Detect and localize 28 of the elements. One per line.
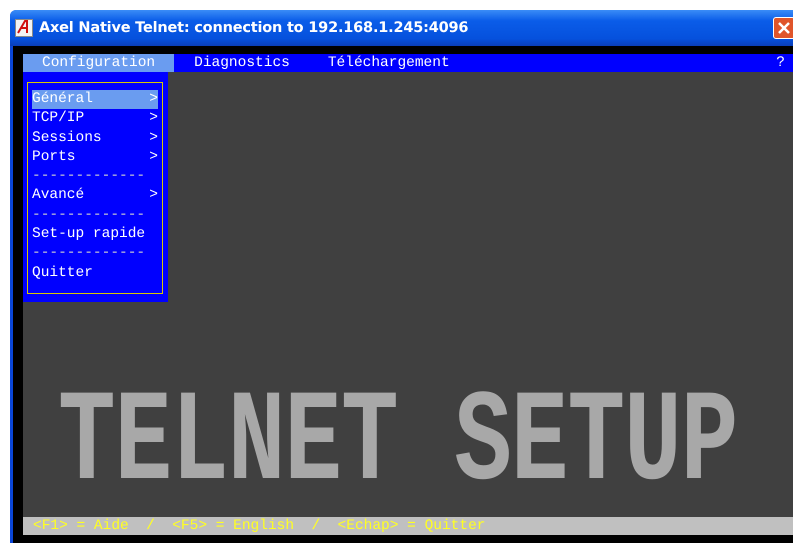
app-logo-icon	[15, 19, 33, 37]
banner-title: TELNET SETUP	[58, 379, 738, 509]
menu-item[interactable]: Téléchargement	[308, 54, 469, 72]
option-label: Sessions	[32, 128, 102, 148]
separator-line: -------------	[32, 167, 146, 186]
option-label: Quitter	[32, 264, 93, 283]
key-hints: <F1> = Aide / <F5> = English / <Echap> = Quitter	[33, 518, 486, 534]
menu-option[interactable]: TCP/IP >	[32, 109, 158, 129]
close-button[interactable]	[773, 17, 793, 39]
menu-option[interactable]: Quitter	[32, 264, 158, 283]
option-label: Ports	[32, 148, 76, 167]
menu-option[interactable]: Ports >	[32, 148, 158, 168]
submenu-arrow: >	[149, 128, 158, 148]
option-label: Avancé	[32, 186, 84, 206]
separator-line: -------------	[32, 206, 146, 225]
menu-item[interactable]: Diagnostics	[174, 54, 309, 72]
window-title: Axel Native Telnet: connection to 192.168.1.245:4096	[39, 20, 470, 36]
option-label: TCP/IP	[32, 109, 84, 128]
separator-line: -------------	[32, 244, 146, 264]
close-icon	[777, 21, 791, 35]
help-menu[interactable]: ?	[776, 55, 785, 71]
menu-option[interactable]: Avancé >	[32, 186, 158, 206]
menu-option[interactable]: Sessions >	[32, 128, 158, 148]
submenu-arrow: >	[149, 90, 158, 109]
submenu-arrow: >	[149, 148, 158, 167]
option-label: Général	[32, 90, 93, 109]
submenu-arrow: >	[149, 109, 158, 128]
submenu-arrow: >	[149, 186, 158, 206]
